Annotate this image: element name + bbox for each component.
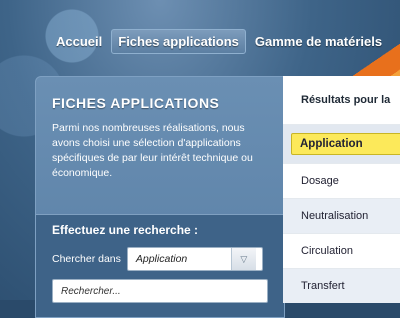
applications-panel: FICHES APPLICATIONS Parmi nos nombreuses… [35, 76, 285, 318]
search-field-label: Chercher dans [52, 253, 121, 265]
result-row-neutralisation[interactable]: Neutralisation [283, 198, 400, 233]
result-row-circulation[interactable]: Circulation [283, 233, 400, 268]
results-title: Résultats pour la [301, 94, 391, 106]
result-row-dosage[interactable]: Dosage [283, 163, 400, 198]
result-row-transfert[interactable]: Transfert [283, 268, 400, 303]
search-field-row: Chercher dans Application ▽ [52, 247, 284, 271]
search-title: Effectuez une recherche : [52, 223, 199, 237]
results-header-row: Application [283, 124, 400, 163]
search-scope-select[interactable]: Application ▽ [126, 247, 263, 271]
nav-item-accueil[interactable]: Accueil [50, 30, 108, 53]
panel-title: FICHES APPLICATIONS [52, 95, 220, 111]
nav-item-gamme-materiels[interactable]: Gamme de matériels [249, 30, 388, 53]
search-scope-value: Application [135, 253, 188, 265]
search-input[interactable]: Rechercher... [52, 279, 268, 303]
results-panel: Résultats pour la Application Dosage Neu… [283, 76, 400, 303]
nav-item-fiches-applications[interactable]: Fiches applications [111, 28, 246, 54]
chevron-down-icon[interactable]: ▽ [230, 248, 256, 270]
panel-description: Parmi nos nombreuses réalisations, nous … [52, 122, 253, 179]
search-box: Effectuez une recherche : Chercher dans … [36, 214, 284, 317]
main-nav: Accueil Fiches applications Gamme de mat… [50, 28, 400, 54]
results-column-header[interactable]: Application [291, 133, 400, 155]
